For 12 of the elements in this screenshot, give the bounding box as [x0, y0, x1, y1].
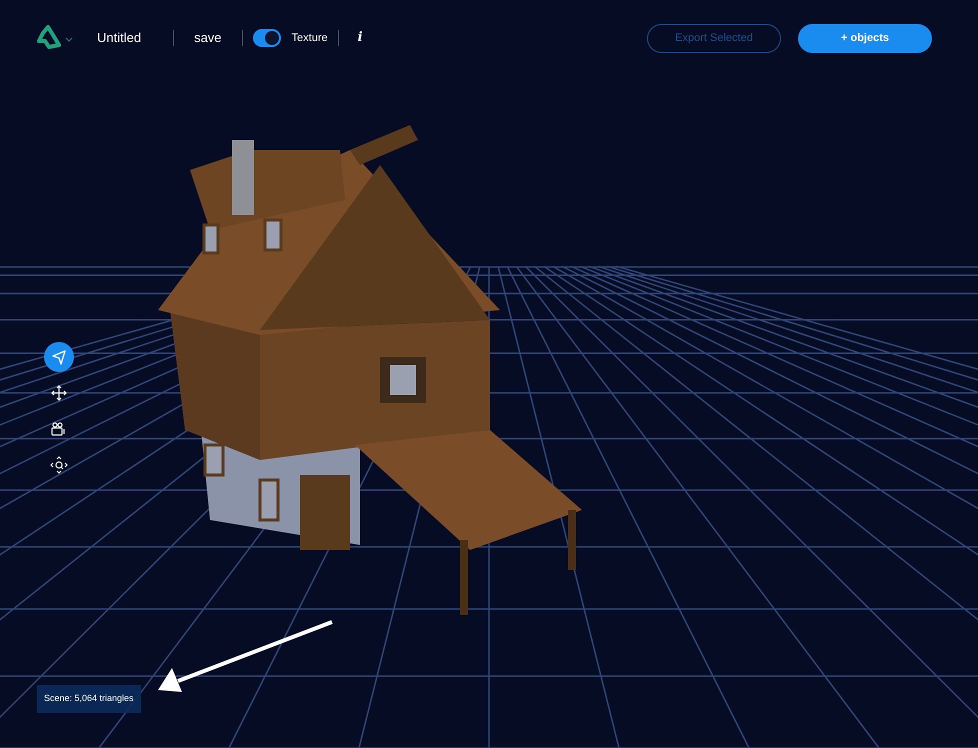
move-arrows-icon	[50, 384, 68, 402]
pointer-icon	[50, 348, 68, 366]
triangle-count-label: Scene: 5,064 triangles	[37, 685, 141, 712]
texture-toggle[interactable]	[252, 29, 281, 47]
texture-label: Texture	[292, 30, 328, 46]
pointer-tool-button[interactable]	[44, 342, 74, 372]
logo-icon[interactable]	[35, 25, 61, 51]
info-button[interactable]: i	[358, 28, 363, 48]
save-button[interactable]: save	[194, 28, 222, 48]
chevron-down-icon[interactable]	[65, 37, 73, 43]
document-title[interactable]: Untitled	[97, 28, 142, 48]
zoom-pan-icon	[50, 456, 68, 474]
